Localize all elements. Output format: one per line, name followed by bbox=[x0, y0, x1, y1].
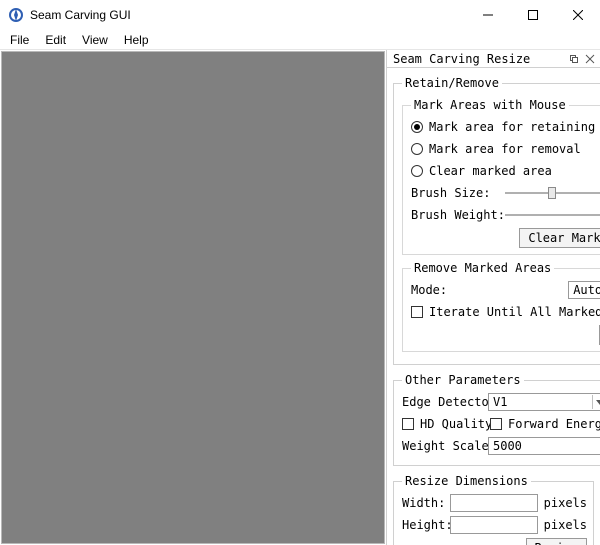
weight-scale-label: Weight Scale: bbox=[402, 439, 488, 453]
image-canvas[interactable] bbox=[1, 51, 385, 544]
weight-scale-input[interactable]: 5000 bbox=[488, 437, 600, 455]
group-mark-areas: Mark Areas with Mouse Mark area for reta… bbox=[402, 98, 600, 255]
brush-size-label: Brush Size: bbox=[411, 186, 497, 200]
mode-label: Mode: bbox=[411, 283, 447, 297]
width-input[interactable] bbox=[450, 494, 538, 512]
forward-energy-checkbox[interactable] bbox=[490, 418, 502, 430]
group-remove-marked-legend: Remove Marked Areas bbox=[411, 261, 554, 275]
edge-detector-select[interactable]: V1 bbox=[488, 393, 600, 411]
width-unit: pixels bbox=[544, 496, 587, 510]
group-resize-dimensions: Resize Dimensions Width: pixels Height: … bbox=[393, 474, 594, 545]
clear-marked-area-button[interactable]: Clear Marked Area bbox=[519, 228, 600, 248]
brush-size-slider[interactable] bbox=[505, 185, 600, 201]
group-mark-areas-legend: Mark Areas with Mouse bbox=[411, 98, 569, 112]
group-other-parameters: Other Parameters Edge Detector: V1 HD Qu… bbox=[393, 373, 600, 466]
height-label: Height: bbox=[402, 518, 450, 532]
app-icon bbox=[8, 7, 24, 23]
weight-scale-value: 5000 bbox=[493, 439, 522, 453]
radio-mark-retain[interactable] bbox=[411, 121, 423, 133]
group-retain-remove-legend: Retain/Remove bbox=[402, 76, 502, 90]
iterate-label: Iterate Until All Marked Removed bbox=[429, 305, 600, 319]
dock-close-icon[interactable] bbox=[582, 51, 598, 67]
menu-file[interactable]: File bbox=[2, 31, 37, 49]
chevron-down-icon bbox=[592, 395, 600, 409]
dock-float-icon[interactable] bbox=[566, 51, 582, 67]
group-resize-dimensions-legend: Resize Dimensions bbox=[402, 474, 531, 488]
minimize-button[interactable] bbox=[465, 0, 510, 30]
titlebar: Seam Carving GUI bbox=[0, 0, 600, 30]
menu-help[interactable]: Help bbox=[116, 31, 157, 49]
maximize-button[interactable] bbox=[510, 0, 555, 30]
menu-view[interactable]: View bbox=[74, 31, 116, 49]
radio-clear-area-label: Clear marked area bbox=[429, 164, 552, 178]
window-title: Seam Carving GUI bbox=[30, 8, 131, 22]
menu-edit[interactable]: Edit bbox=[37, 31, 74, 49]
iterate-checkbox[interactable] bbox=[411, 306, 423, 318]
edge-detector-label: Edge Detector: bbox=[402, 395, 488, 409]
hd-quality-label: HD Quality bbox=[420, 417, 490, 431]
radio-mark-remove-label: Mark area for removal bbox=[429, 142, 581, 156]
edge-detector-value: V1 bbox=[493, 395, 507, 409]
group-retain-remove: Retain/Remove Mark Areas with Mouse Mark… bbox=[393, 76, 600, 365]
height-unit: pixels bbox=[544, 518, 587, 532]
radio-mark-remove[interactable] bbox=[411, 143, 423, 155]
forward-energy-label: Forward Energy bbox=[508, 417, 600, 431]
hd-quality-checkbox[interactable] bbox=[402, 418, 414, 430]
brush-weight-label: Brush Weight: bbox=[411, 208, 497, 222]
group-other-parameters-legend: Other Parameters bbox=[402, 373, 524, 387]
group-remove-marked: Remove Marked Areas Mode: Automatic bbox=[402, 261, 600, 352]
resize-button[interactable]: Resize bbox=[526, 538, 587, 545]
mode-select-value: Automatic bbox=[573, 283, 600, 297]
radio-mark-retain-label: Mark area for retaining bbox=[429, 120, 595, 134]
dock-title: Seam Carving Resize bbox=[393, 52, 530, 66]
width-label: Width: bbox=[402, 496, 450, 510]
height-input[interactable] bbox=[450, 516, 538, 534]
radio-clear-area[interactable] bbox=[411, 165, 423, 177]
menubar: File Edit View Help bbox=[0, 30, 600, 50]
mode-select[interactable]: Automatic bbox=[568, 281, 600, 299]
brush-weight-slider[interactable] bbox=[505, 207, 600, 223]
dock-panel: Seam Carving Resize Retain/Remove Mark A… bbox=[386, 50, 600, 545]
close-button[interactable] bbox=[555, 0, 600, 30]
